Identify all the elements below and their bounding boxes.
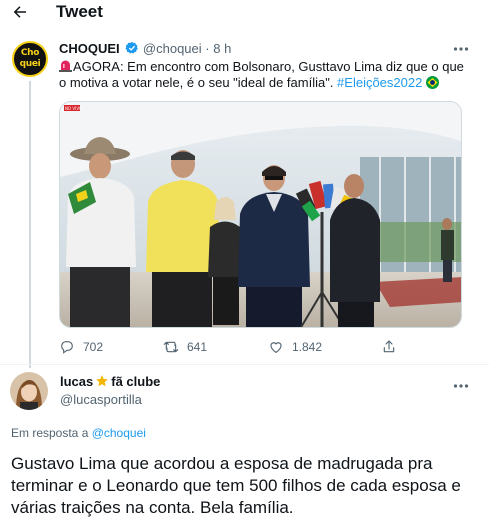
retweet-button[interactable]: 641 — [163, 338, 207, 356]
reply-author[interactable]: lucas fã clube — [60, 374, 160, 389]
author-handle[interactable]: @choquei — [143, 41, 202, 56]
replying-to: Em resposta a @choquei — [11, 426, 146, 440]
tweet-text: AGORA: Em encontro com Bolsonaro, Gustta… — [59, 59, 464, 91]
reply-button[interactable]: 702 — [59, 338, 103, 356]
photo-image: NO VIVO — [60, 102, 461, 327]
like-button[interactable]: 1.842 — [268, 338, 322, 356]
back-arrow-icon[interactable] — [11, 3, 29, 21]
like-count: 1.842 — [292, 340, 323, 354]
tweet-photo[interactable]: NO VIVO — [59, 101, 462, 328]
top-bar: Tweet — [0, 0, 489, 26]
retweet-count: 641 — [187, 340, 208, 354]
thread-line — [29, 81, 31, 368]
tweet-actions: 702 641 1.842 — [59, 338, 459, 356]
divider — [0, 364, 489, 365]
reply-text: Gustavo Lima que acordou a esposa de mad… — [11, 454, 461, 517]
avatar-image — [10, 372, 48, 410]
share-button[interactable] — [381, 338, 397, 356]
replying-to-mention[interactable]: @choquei — [92, 426, 146, 440]
retweet-icon — [163, 341, 179, 353]
page-title: Tweet — [56, 2, 103, 21]
tweet-time[interactable]: · 8 h — [205, 41, 231, 56]
verified-icon — [125, 41, 139, 54]
author-name[interactable]: CHOQUEI — [59, 41, 120, 56]
siren-icon — [59, 60, 72, 72]
tweet-header: CHOQUEI @choquei · 8 h — [59, 41, 231, 57]
like-icon — [270, 342, 282, 353]
more-icon[interactable] — [453, 46, 469, 52]
reply-author-suffix: fã clube — [111, 374, 161, 389]
share-icon — [383, 340, 395, 353]
reply-author-handle[interactable]: @lucasportilla — [60, 392, 142, 407]
more-icon[interactable] — [453, 383, 469, 389]
avatar[interactable]: Cho quei — [12, 41, 48, 77]
avatar-text-bottom: quei — [19, 59, 41, 69]
reply-icon — [61, 341, 73, 354]
photo-badge: NO VIVO — [65, 106, 82, 111]
replying-to-prefix: Em resposta a — [11, 426, 92, 440]
reply-author-name: lucas — [60, 374, 94, 389]
avatar[interactable] — [10, 372, 48, 410]
brazil-flag-icon — [425, 76, 439, 89]
avatar-text-top: Cho — [20, 48, 40, 58]
hashtag-link[interactable]: #Eleições2022 — [337, 75, 422, 90]
reply-count: 702 — [83, 340, 104, 354]
star-icon — [96, 375, 109, 387]
